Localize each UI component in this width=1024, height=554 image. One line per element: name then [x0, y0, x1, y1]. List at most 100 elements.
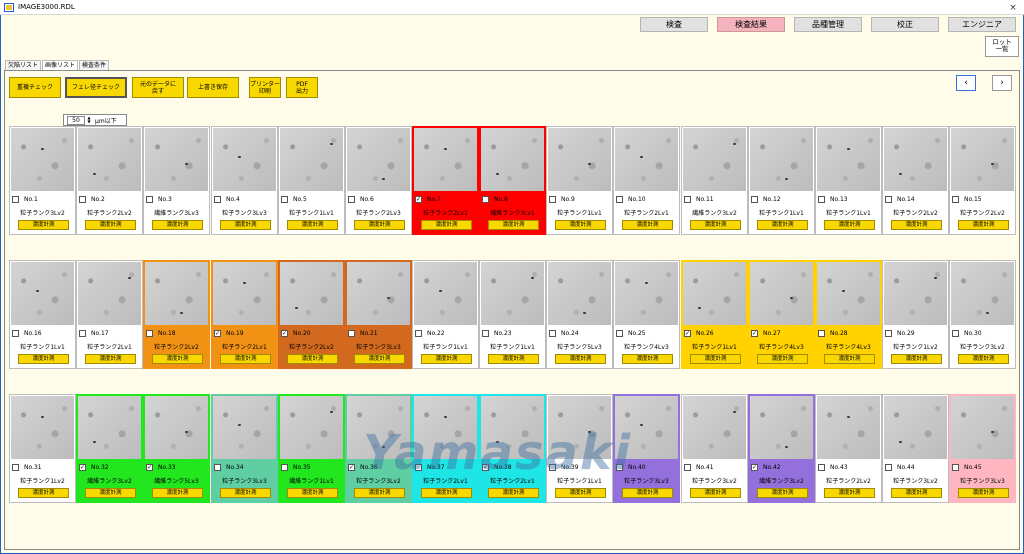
- image-card[interactable]: No.5 粒子ランク1Lv1 濃度計測: [278, 126, 345, 235]
- nav-tab-1[interactable]: 検査結果: [717, 17, 785, 32]
- select-checkbox[interactable]: [818, 330, 825, 337]
- image-card[interactable]: No.41 粒子ランク3Lv2 濃度計測: [681, 394, 748, 503]
- select-checkbox[interactable]: [482, 196, 489, 203]
- defect-thumbnail[interactable]: [280, 262, 343, 325]
- density-measure-button[interactable]: 濃度計測: [891, 488, 942, 498]
- select-checkbox[interactable]: [952, 464, 959, 471]
- select-checkbox[interactable]: [79, 330, 86, 337]
- image-card[interactable]: No.1 粒子ランク3Lv2 濃度計測: [9, 126, 76, 235]
- density-measure-button[interactable]: 濃度計測: [891, 220, 942, 230]
- select-checkbox[interactable]: [12, 464, 19, 471]
- defect-thumbnail[interactable]: [213, 396, 276, 459]
- image-card[interactable]: No.15 粒子ランク2Lv2 濃度計測: [949, 126, 1016, 235]
- select-checkbox[interactable]: ✓: [751, 330, 758, 337]
- defect-thumbnail[interactable]: [347, 262, 410, 325]
- select-checkbox[interactable]: [684, 464, 691, 471]
- defect-thumbnail[interactable]: [78, 128, 141, 191]
- image-card[interactable]: No.3 繊維ランク3Lv3 濃度計測: [143, 126, 210, 235]
- select-checkbox[interactable]: [482, 330, 489, 337]
- density-measure-button[interactable]: 濃度計測: [488, 220, 539, 230]
- density-measure-button[interactable]: 濃度計測: [622, 220, 673, 230]
- density-measure-button[interactable]: 濃度計測: [555, 220, 606, 230]
- defect-thumbnail[interactable]: [213, 128, 276, 191]
- select-checkbox[interactable]: [885, 196, 892, 203]
- density-measure-button[interactable]: 濃度計測: [824, 220, 875, 230]
- density-measure-button[interactable]: 濃度計測: [18, 220, 69, 230]
- density-measure-button[interactable]: 濃度計測: [958, 354, 1009, 364]
- tab-defect-list[interactable]: 欠陥リスト: [5, 60, 42, 70]
- select-checkbox[interactable]: [818, 196, 825, 203]
- select-checkbox[interactable]: ✓: [146, 464, 153, 471]
- defect-thumbnail[interactable]: [11, 396, 74, 459]
- defect-thumbnail[interactable]: [683, 128, 746, 191]
- defect-thumbnail[interactable]: [481, 262, 544, 325]
- select-checkbox[interactable]: [751, 196, 758, 203]
- image-card[interactable]: No.12 粒子ランク1Lv1 濃度計測: [748, 126, 815, 235]
- select-checkbox[interactable]: [348, 196, 355, 203]
- image-card[interactable]: ✓ No.32 繊維ランク3Lv2 濃度計測: [76, 394, 143, 503]
- select-checkbox[interactable]: [549, 196, 556, 203]
- defect-thumbnail[interactable]: [414, 128, 477, 191]
- density-measure-button[interactable]: 濃度計測: [220, 354, 271, 364]
- defect-thumbnail[interactable]: [481, 128, 544, 191]
- next-page-button[interactable]: ›: [992, 75, 1012, 91]
- select-checkbox[interactable]: [214, 464, 221, 471]
- density-measure-button[interactable]: 濃度計測: [488, 354, 539, 364]
- select-checkbox[interactable]: ✓: [751, 464, 758, 471]
- image-card[interactable]: No.30 粒子ランク3Lv2 濃度計測: [949, 260, 1016, 369]
- defect-thumbnail[interactable]: [11, 128, 74, 191]
- defect-thumbnail[interactable]: [280, 128, 343, 191]
- density-measure-button[interactable]: 濃度計測: [488, 488, 539, 498]
- density-measure-button[interactable]: 濃度計測: [622, 488, 673, 498]
- density-measure-button[interactable]: 濃度計測: [85, 220, 136, 230]
- select-checkbox[interactable]: [952, 330, 959, 337]
- density-measure-button[interactable]: 濃度計測: [152, 488, 203, 498]
- select-checkbox[interactable]: [146, 330, 153, 337]
- defect-thumbnail[interactable]: [683, 262, 746, 325]
- defect-thumbnail[interactable]: [414, 262, 477, 325]
- image-card[interactable]: No.9 粒子ランク1Lv1 濃度計測: [546, 126, 613, 235]
- density-measure-button[interactable]: 濃度計測: [891, 354, 942, 364]
- select-checkbox[interactable]: ✓: [281, 330, 288, 337]
- density-measure-button[interactable]: 濃度計測: [958, 220, 1009, 230]
- density-measure-button[interactable]: 濃度計測: [18, 488, 69, 498]
- defect-thumbnail[interactable]: [548, 128, 611, 191]
- image-card[interactable]: No.6 粒子ランク2Lv3 濃度計測: [345, 126, 412, 235]
- density-measure-button[interactable]: 濃度計測: [287, 488, 338, 498]
- image-card[interactable]: No.14 粒子ランク2Lv2 濃度計測: [882, 126, 949, 235]
- close-button[interactable]: ×: [1002, 0, 1024, 15]
- select-checkbox[interactable]: [616, 330, 623, 337]
- image-card[interactable]: ✓ No.26 粒子ランク1Lv1 濃度計測: [681, 260, 748, 369]
- select-checkbox[interactable]: [818, 464, 825, 471]
- density-measure-button[interactable]: 濃度計測: [757, 354, 808, 364]
- feret-size-input[interactable]: 50: [67, 115, 85, 125]
- select-checkbox[interactable]: ✓: [214, 330, 221, 337]
- printer-print-button[interactable]: プリンター 印刷: [249, 77, 281, 98]
- image-card[interactable]: No.28 粒子ランク4Lv3 濃度計測: [815, 260, 882, 369]
- defect-thumbnail[interactable]: [347, 128, 410, 191]
- density-measure-button[interactable]: 濃度計測: [690, 220, 741, 230]
- select-checkbox[interactable]: [684, 196, 691, 203]
- image-card[interactable]: No.24 粒子ランク5Lv3 濃度計測: [546, 260, 613, 369]
- defect-thumbnail[interactable]: [145, 128, 208, 191]
- pdf-export-button[interactable]: PDF 出力: [286, 77, 318, 98]
- defect-thumbnail[interactable]: [548, 262, 611, 325]
- defect-thumbnail[interactable]: [884, 262, 947, 325]
- density-measure-button[interactable]: 濃度計測: [421, 220, 472, 230]
- image-card[interactable]: ✓ No.20 粒子ランク2Lv2 濃度計測: [278, 260, 345, 369]
- select-checkbox[interactable]: [549, 330, 556, 337]
- select-checkbox[interactable]: [952, 196, 959, 203]
- image-card[interactable]: ✓ No.42 繊維ランク3Lv2 濃度計測: [748, 394, 815, 503]
- defect-thumbnail[interactable]: [750, 396, 813, 459]
- image-card[interactable]: No.11 繊維ランク3Lv2 濃度計測: [681, 126, 748, 235]
- defect-thumbnail[interactable]: [817, 128, 880, 191]
- density-measure-button[interactable]: 濃度計測: [18, 354, 69, 364]
- defect-thumbnail[interactable]: [951, 262, 1014, 325]
- prev-page-button[interactable]: ‹: [956, 75, 976, 91]
- image-card[interactable]: No.29 粒子ランク1Lv2 濃度計測: [882, 260, 949, 369]
- image-card[interactable]: ✓ No.33 繊維ランク5Lv3 濃度計測: [143, 394, 210, 503]
- feret-check-button[interactable]: フェレ径チェック: [65, 77, 127, 98]
- defect-thumbnail[interactable]: [145, 262, 208, 325]
- image-card[interactable]: ✓ No.7 粒子ランク2Lv1 濃度計測: [412, 126, 479, 235]
- defect-thumbnail[interactable]: [884, 128, 947, 191]
